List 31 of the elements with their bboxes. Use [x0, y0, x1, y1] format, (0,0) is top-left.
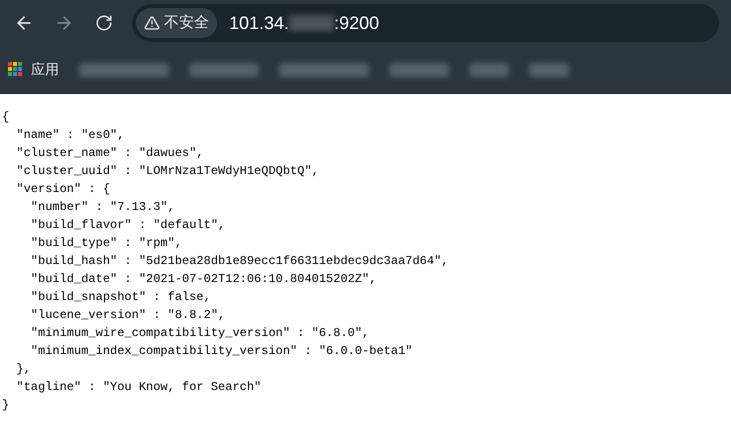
json-line: },: [15, 361, 31, 378]
apps-label[interactable]: 应用: [31, 59, 59, 80]
blurred-bookmark: [469, 62, 509, 76]
json-line: "number" : "7.13.3",: [30, 199, 175, 216]
reload-icon[interactable]: [95, 14, 113, 32]
json-line: {: [2, 109, 10, 126]
blurred-bookmark: [529, 62, 569, 76]
blurred-bookmark: [189, 62, 259, 76]
json-line: }: [2, 397, 10, 414]
security-chip[interactable]: 不安全: [136, 8, 217, 38]
json-line: "minimum_index_compatibility_version" : "6.0.0-beta1": [30, 343, 412, 360]
address-text: :9200: [334, 12, 380, 34]
json-line: "build_flavor" : "default",: [30, 217, 226, 234]
apps-grid-icon: [8, 62, 23, 77]
json-line: "minimum_wire_compatibility_version" : "6.8.0",: [30, 325, 370, 342]
address-bar[interactable]: 不安全 101.34. :9200: [132, 4, 719, 42]
json-line: "cluster_uuid" : "LOMrNza1TeWdyH1eQDQbtQ",: [15, 163, 319, 180]
blurred-bookmark: [389, 62, 449, 76]
json-line: "build_date" : "2021-07-02T12:06:10.804015202Z",: [30, 271, 376, 288]
address-text: 101.34.: [229, 12, 290, 34]
json-line: "build_snapshot" : false,: [30, 289, 211, 306]
json-line: "cluster_name" : "dawues",: [15, 145, 204, 162]
json-line: "build_hash" : "5d21bea28db1e89ecc1f66311ebdec9dc3aa7d64",: [30, 253, 448, 270]
security-label: 不安全: [164, 12, 209, 33]
json-line: "lucene_version" : "8.8.2",: [30, 307, 226, 324]
json-line: "version" : {: [15, 181, 110, 198]
json-line: "build_type" : "rpm",: [30, 235, 182, 252]
blurred-region: [289, 15, 334, 31]
json-line: "name" : "es0",: [15, 127, 124, 144]
json-line: "tagline" : "You Know, for Search": [15, 379, 262, 396]
warning-icon: [144, 15, 160, 31]
